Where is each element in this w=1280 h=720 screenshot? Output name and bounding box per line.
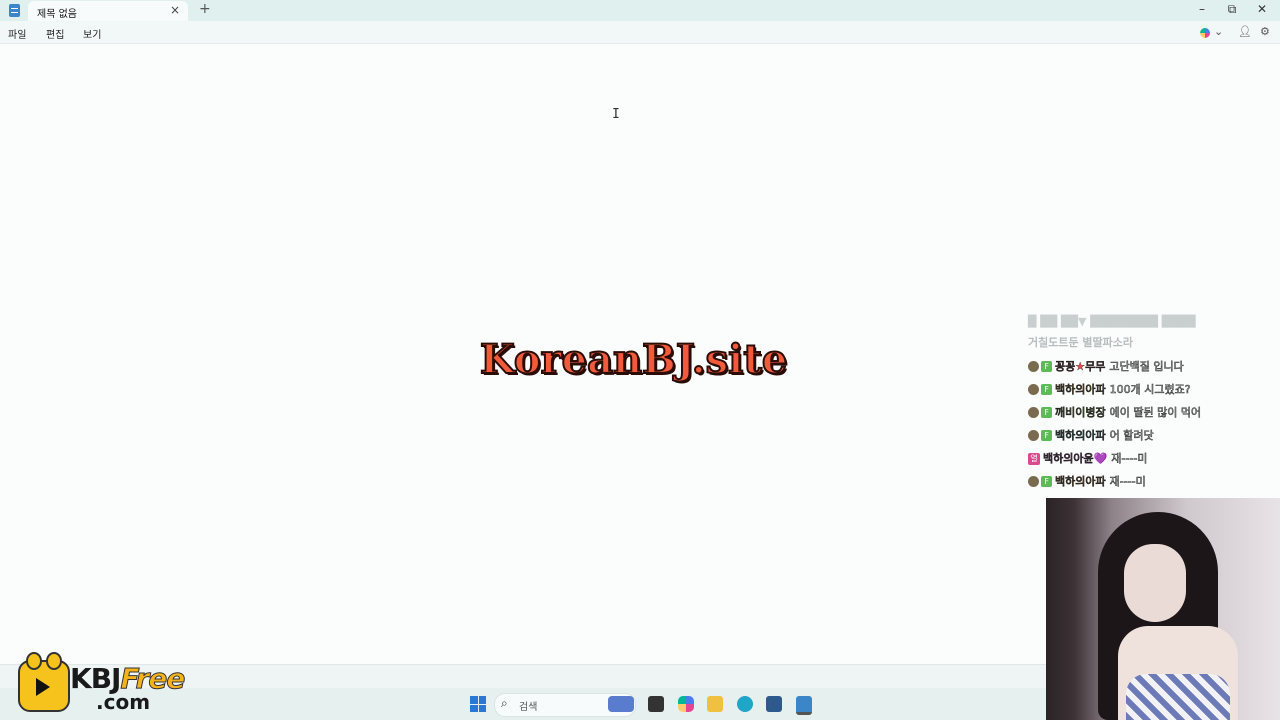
task-view-icon[interactable] [648, 696, 664, 712]
chat-text: 재----미 [1109, 475, 1146, 489]
widget-icon[interactable] [608, 696, 634, 712]
settings-gear-icon[interactable]: ⚙ [1260, 25, 1270, 38]
chat-text: 고단백질 입니다 [1109, 360, 1184, 374]
webcam-figure [1124, 544, 1186, 622]
copilot-app-icon[interactable] [678, 696, 694, 712]
maximize-button[interactable]: ⧉ [1222, 2, 1242, 17]
menu-bar: 파일 편집 보기 ⌄ 👤︎ ⚙ [0, 21, 1280, 44]
text-cursor-icon: I [612, 107, 620, 122]
chat-message: 열 백하의아윤💜 재----미 [1028, 446, 1278, 469]
chat-nickname: 백하의아윤💜 [1043, 452, 1108, 465]
search-icon: ⌕ [501, 696, 508, 710]
menu-edit[interactable]: 편집 [46, 26, 64, 41]
minimize-button[interactable]: – [1192, 2, 1212, 16]
user-badge-icon [1028, 407, 1039, 418]
fan-badge-icon: F [1041, 407, 1052, 418]
user-badge-icon [1028, 361, 1039, 372]
chat-message: F 백하의아파 재----미 [1028, 469, 1278, 492]
fan-badge-icon: F [1041, 384, 1052, 395]
user-badge-icon [1028, 430, 1039, 441]
chat-nickname: 백하의아파 [1055, 383, 1106, 396]
start-button-icon[interactable] [470, 696, 486, 712]
new-tab-button[interactable]: + [199, 1, 211, 17]
search-label: 검색 [519, 702, 538, 713]
chat-nickname: 꽁꽁★무무 [1055, 360, 1106, 373]
chat-faded-line: 거칠도트둔 별딸파소라 [1028, 336, 1134, 349]
title-bar: 제목 없음 × + – ⧉ ✕ [0, 0, 1280, 21]
tab-title: 제목 없음 [37, 9, 77, 20]
fan-badge-icon: F [1041, 476, 1052, 487]
tab-close-button[interactable]: × [170, 3, 180, 17]
user-badge-icon [1028, 476, 1039, 487]
watermark-text: KoreanBJ.site [479, 335, 788, 384]
chat-message: F 백하의아파 100개 시그렸죠? [1028, 377, 1278, 400]
play-icon [36, 678, 50, 696]
webcam-figure [1126, 674, 1230, 720]
notepad-icon [9, 4, 20, 17]
chat-text: 재----미 [1111, 452, 1148, 466]
copilot-icon[interactable] [1200, 28, 1210, 38]
file-explorer-icon[interactable] [707, 696, 723, 712]
user-badge-icon [1028, 384, 1039, 395]
chat-faded-line: █ ██ ██▼ ████████ ████ [1028, 315, 1196, 328]
chat-message: F 꽁꽁★무무 고단백질 입니다 [1028, 354, 1278, 377]
chat-message: F 깨비이병장 에이 딸뒨 많이 먹어 [1028, 400, 1278, 423]
account-icon[interactable]: 👤︎ [1238, 25, 1252, 38]
menu-file[interactable]: 파일 [8, 26, 26, 41]
edge-browser-icon[interactable] [737, 696, 753, 712]
vip-badge-icon: 열 [1028, 452, 1040, 465]
chat-overlay: █ ██ ██▼ ████████ ████ 거칠도트둔 별딸파소라 F 꽁꽁★무… [1028, 312, 1278, 492]
notepad-taskbar-icon[interactable] [796, 696, 812, 715]
chat-nickname: 깨비이병장 [1055, 406, 1106, 419]
chevron-down-icon[interactable]: ⌄ [1214, 25, 1223, 38]
chat-text: 100개 시그렸죠? [1109, 383, 1191, 397]
menu-view[interactable]: 보기 [83, 26, 101, 41]
fan-badge-icon: F [1041, 361, 1052, 372]
close-button[interactable]: ✕ [1252, 2, 1272, 16]
store-icon[interactable] [766, 696, 782, 712]
fan-badge-icon: F [1041, 430, 1052, 441]
chat-nickname: 백하의아파 [1055, 475, 1106, 488]
chat-nickname: 백하의아파 [1055, 429, 1106, 442]
kbj-logo: KBJFree .com [16, 652, 216, 716]
chat-message: F 백하의아파 어 할려닷 [1028, 423, 1278, 446]
webcam-overlay [1046, 498, 1280, 720]
tab-untitled[interactable]: 제목 없음 × [28, 1, 188, 21]
chat-text: 어 할려닷 [1109, 429, 1154, 443]
chat-text: 에이 딸뒨 많이 먹어 [1109, 406, 1202, 420]
logo-domain: .com [96, 690, 151, 714]
